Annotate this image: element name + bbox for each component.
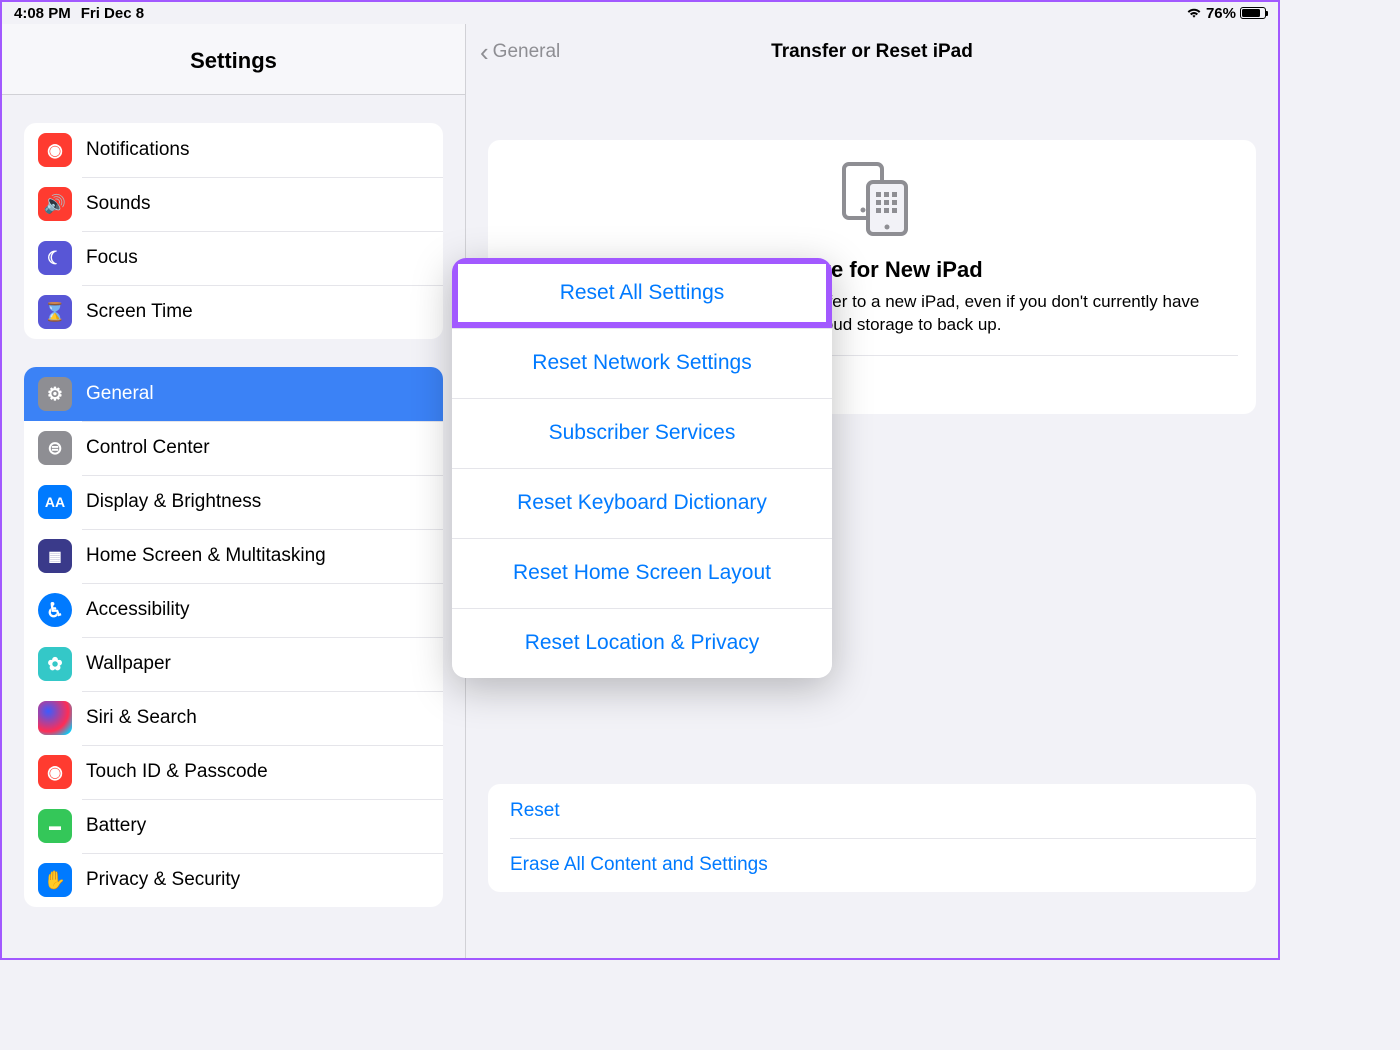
gear-icon: ⚙ (38, 377, 72, 411)
speaker-icon: 🔊 (38, 187, 72, 221)
sidebar-item-label: Sounds (86, 193, 150, 215)
devices-icon (832, 158, 912, 243)
subscriber-services-option[interactable]: Subscriber Services (452, 398, 832, 468)
reset-location-privacy-option[interactable]: Reset Location & Privacy (452, 608, 832, 678)
page-title: Transfer or Reset iPad (466, 41, 1278, 63)
status-bar: 4:08 PM Fri Dec 8 76% (2, 2, 1278, 24)
hand-icon: ✋ (38, 863, 72, 897)
bell-icon: ◉ (38, 133, 72, 167)
flower-icon: ✿ (38, 647, 72, 681)
sidebar-item-privacy-security[interactable]: ✋ Privacy & Security (24, 853, 443, 907)
sidebar-item-label: Accessibility (86, 599, 189, 621)
erase-all-button[interactable]: Erase All Content and Settings (488, 838, 1256, 892)
sidebar-item-sounds[interactable]: 🔊 Sounds (24, 177, 443, 231)
reset-network-settings-option[interactable]: Reset Network Settings (452, 328, 832, 398)
chevron-left-icon: ‹ (480, 37, 489, 68)
reset-home-screen-layout-option[interactable]: Reset Home Screen Layout (452, 538, 832, 608)
accessibility-icon: ♿︎ (38, 593, 72, 627)
sidebar-item-siri-search[interactable]: Siri & Search (24, 691, 443, 745)
sidebar-item-label: Siri & Search (86, 707, 197, 729)
sidebar-item-label: Control Center (86, 437, 210, 459)
back-button[interactable]: ‹ General (480, 37, 560, 68)
sidebar-item-label: Notifications (86, 139, 190, 161)
reset-popover: Reset All Settings Reset Network Setting… (452, 258, 832, 678)
reset-keyboard-dictionary-option[interactable]: Reset Keyboard Dictionary (452, 468, 832, 538)
battery-icon (1240, 7, 1266, 19)
sidebar-item-accessibility[interactable]: ♿︎ Accessibility (24, 583, 443, 637)
sidebar-item-label: Touch ID & Passcode (86, 761, 268, 783)
sidebar-item-focus[interactable]: ☾ Focus (24, 231, 443, 285)
siri-icon (38, 701, 72, 735)
sidebar-group-2: ⚙ General ⊜ Control Center AA Display & … (24, 367, 443, 907)
battery-percent: 76% (1206, 5, 1236, 22)
sidebar-item-general[interactable]: ⚙ General (24, 367, 443, 421)
reset-all-settings-option[interactable]: Reset All Settings (452, 258, 832, 328)
reset-button[interactable]: Reset (488, 784, 1256, 838)
sidebar: Settings ◉ Notifications 🔊 Sounds ☾ Focu… (2, 24, 466, 958)
sidebar-item-label: Home Screen & Multitasking (86, 545, 326, 567)
sidebar-item-screen-time[interactable]: ⌛ Screen Time (24, 285, 443, 339)
sidebar-item-label: Display & Brightness (86, 491, 261, 513)
app-grid-icon: ▦ (38, 539, 72, 573)
sidebar-item-label: Privacy & Security (86, 869, 240, 891)
sidebar-item-wallpaper[interactable]: ✿ Wallpaper (24, 637, 443, 691)
hourglass-icon: ⌛ (38, 295, 72, 329)
sidebar-item-label: General (86, 383, 154, 405)
sidebar-item-battery[interactable]: ▬ Battery (24, 799, 443, 853)
fingerprint-icon: ◉ (38, 755, 72, 789)
status-date: Fri Dec 8 (81, 5, 144, 22)
wifi-icon (1186, 7, 1202, 19)
sidebar-item-display-brightness[interactable]: AA Display & Brightness (24, 475, 443, 529)
nav-bar: ‹ General Transfer or Reset iPad (466, 24, 1278, 80)
sidebar-item-touch-id[interactable]: ◉ Touch ID & Passcode (24, 745, 443, 799)
sidebar-item-notifications[interactable]: ◉ Notifications (24, 123, 443, 177)
moon-icon: ☾ (38, 241, 72, 275)
sidebar-item-label: Focus (86, 247, 138, 269)
status-time: 4:08 PM (14, 5, 71, 22)
sidebar-title: Settings (2, 24, 465, 95)
back-label: General (493, 41, 561, 63)
text-size-icon: AA (38, 485, 72, 519)
battery-setting-icon: ▬ (38, 809, 72, 843)
sidebar-item-label: Battery (86, 815, 146, 837)
reset-actions-card: Reset Erase All Content and Settings (488, 784, 1256, 892)
switches-icon: ⊜ (38, 431, 72, 465)
sidebar-item-home-screen[interactable]: ▦ Home Screen & Multitasking (24, 529, 443, 583)
sidebar-item-label: Wallpaper (86, 653, 171, 675)
sidebar-item-control-center[interactable]: ⊜ Control Center (24, 421, 443, 475)
sidebar-item-label: Screen Time (86, 301, 193, 323)
app-frame: 4:08 PM Fri Dec 8 76% Settings ◉ Notific… (0, 0, 1280, 960)
sidebar-group-1: ◉ Notifications 🔊 Sounds ☾ Focus ⌛ Scree… (24, 123, 443, 339)
